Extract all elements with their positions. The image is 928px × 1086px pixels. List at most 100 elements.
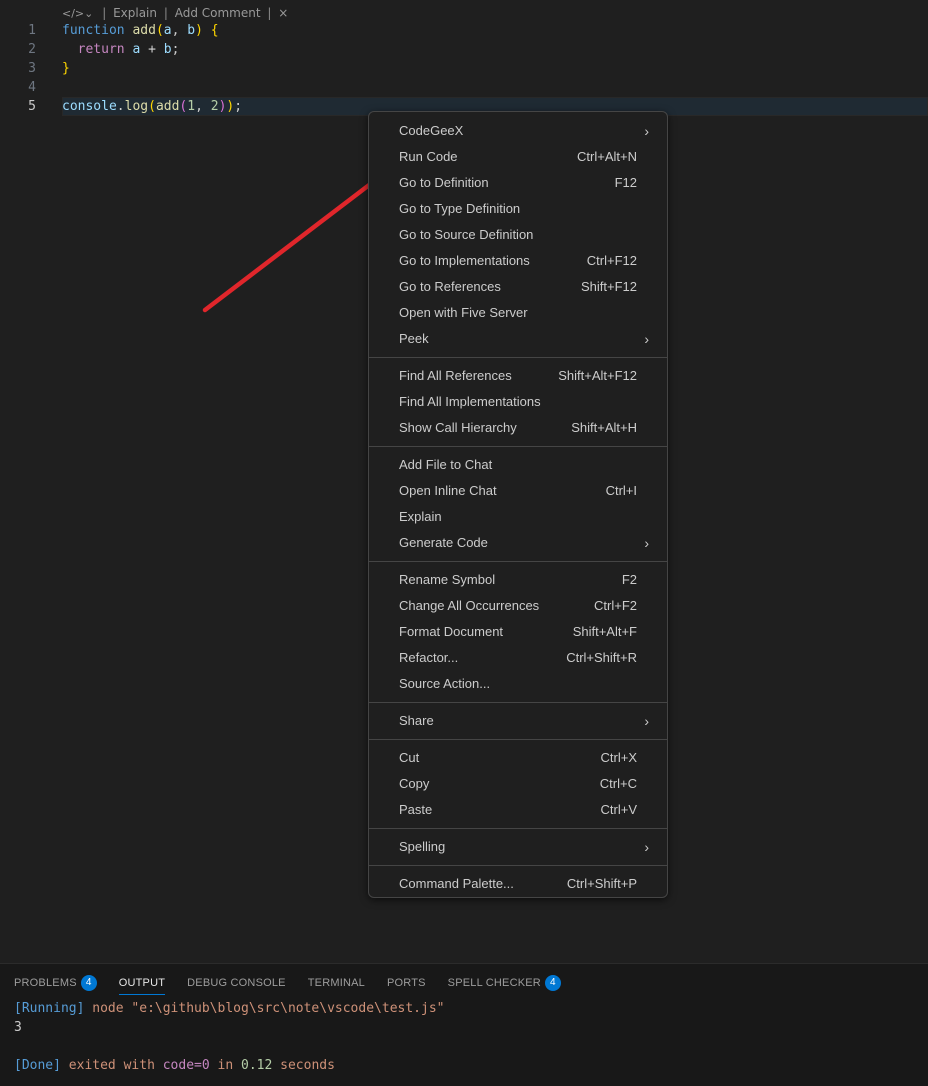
tab-label: OUTPUT: [118, 977, 166, 989]
menu-item-go-to-implementations[interactable]: Go to Implementations Ctrl+F12: [373, 248, 663, 274]
code-text[interactable]: console.log(add(1, 2));: [62, 97, 242, 116]
code-token: a: [163, 23, 172, 38]
panel-tabs: PROBLEMS 4 OUTPUT DEBUG CONSOLE TERMINAL PORT…: [14, 974, 583, 998]
chevron-right-icon: ›: [644, 713, 649, 729]
tab-output[interactable]: OUTPUT: [118, 974, 166, 998]
tab-terminal[interactable]: TERMINAL: [308, 974, 365, 998]
tab-label: DEBUG CONSOLE: [187, 977, 286, 989]
output-result-line: 3: [14, 1020, 22, 1035]
menu-item-run-code[interactable]: Run Code Ctrl+Alt+N: [373, 144, 663, 170]
menu-item-shortcut: Ctrl+X: [600, 750, 637, 765]
code-text[interactable]: function add(a, b) {: [62, 21, 219, 40]
tab-label: PROBLEMS: [14, 977, 77, 989]
menu-item-shortcut: Ctrl+Shift+P: [566, 876, 637, 891]
menu-item-add-file-to-chat[interactable]: Add File to Chat: [373, 452, 663, 478]
code-icon[interactable]: </>⌄: [62, 7, 93, 20]
code-token: }: [62, 61, 70, 76]
menu-item-go-to-source-definition[interactable]: Go to Source Definition: [373, 222, 663, 248]
menu-item-label: Open Inline Chat: [399, 483, 497, 498]
tab-debug-console[interactable]: DEBUG CONSOLE: [187, 974, 286, 998]
menu-item-cut[interactable]: Cut Ctrl+X: [373, 745, 663, 771]
code-text[interactable]: }: [62, 59, 70, 78]
code-line[interactable]: 4: [0, 78, 928, 97]
menu-item-refactor[interactable]: Refactor... Ctrl+Shift+R: [373, 645, 663, 671]
code-text[interactable]: return a + b;: [62, 40, 180, 59]
tab-label: SPELL CHECKER: [447, 977, 541, 989]
code-line[interactable]: 1 function add(a, b) {: [0, 21, 928, 40]
bottom-panel: PROBLEMS 4 OUTPUT DEBUG CONSOLE TERMINAL PORT…: [0, 963, 928, 1086]
menu-item-label: Go to Type Definition: [399, 201, 521, 216]
menu-item-shortcut: Ctrl+F2: [594, 598, 637, 613]
menu-item-go-to-references[interactable]: Go to References Shift+F12: [373, 274, 663, 300]
menu-item-command-palette[interactable]: Command Palette... Ctrl+Shift+P: [373, 871, 663, 897]
menu-item-label: Go to Definition: [399, 175, 489, 190]
tab-spell-checker[interactable]: SPELL CHECKER 4: [448, 974, 561, 998]
code-token: ): [195, 23, 203, 38]
menu-item-shortcut: Ctrl+F12: [586, 253, 637, 268]
menu-item-shortcut: Ctrl+Alt+N: [577, 149, 637, 164]
menu-item-label: Share: [399, 713, 434, 728]
code-token: console: [62, 99, 117, 114]
menu-item-label: Go to References: [399, 279, 501, 294]
line-number: 5: [28, 99, 36, 114]
menu-item-rename-symbol[interactable]: Rename Symbol F2: [373, 567, 663, 593]
menu-separator: [369, 739, 667, 740]
code-token: (: [155, 23, 164, 38]
menu-item-open-with-five-server[interactable]: Open with Five Server: [373, 300, 663, 326]
menu-item-label: Copy: [399, 776, 430, 791]
menu-item-show-call-hierarchy[interactable]: Show Call Hierarchy Shift+Alt+H: [373, 415, 663, 441]
menu-item-shortcut: Ctrl+I: [605, 483, 637, 498]
menu-item-label: Peek: [399, 331, 429, 346]
output-done-line: [Done] exited with code=0 in 0.12 second…: [14, 1058, 335, 1073]
menu-item-label: Source Action...: [399, 676, 491, 691]
code-token: ;: [171, 42, 180, 57]
menu-item-open-inline-chat[interactable]: Open Inline Chat Ctrl+I: [373, 478, 663, 504]
code-token: b: [163, 42, 172, 57]
codelens-add-comment-link[interactable]: Add Comment: [175, 6, 261, 20]
menu-item-peek[interactable]: Peek ›: [373, 326, 663, 352]
menu-item-shortcut: F2: [621, 572, 637, 587]
chevron-right-icon: ›: [644, 839, 649, 855]
code-token: return: [77, 42, 125, 57]
menu-item-go-to-type-definition[interactable]: Go to Type Definition: [373, 196, 663, 222]
menu-item-label: Show Call Hierarchy: [399, 420, 517, 435]
codelens-explain-link[interactable]: Explain: [113, 6, 157, 20]
menu-item-generate-code[interactable]: Generate Code ›: [373, 530, 663, 556]
menu-item-format-document[interactable]: Format Document Shift+Alt+F: [373, 619, 663, 645]
menu-item-label: Go to Source Definition: [399, 227, 534, 242]
menu-item-change-all-occurrences[interactable]: Change All Occurrences Ctrl+F2: [373, 593, 663, 619]
code-token: log: [124, 99, 149, 114]
count-badge: 4: [80, 975, 97, 991]
menu-item-source-action[interactable]: Source Action...: [373, 671, 663, 697]
menu-item-label: Run Code: [399, 149, 458, 164]
menu-item-spelling[interactable]: Spelling ›: [373, 834, 663, 860]
menu-item-label: Add File to Chat: [399, 457, 493, 472]
menu-item-label: Go to Implementations: [399, 253, 530, 268]
menu-item-find-all-references[interactable]: Find All References Shift+Alt+F12: [373, 363, 663, 389]
close-icon[interactable]: ×: [278, 6, 288, 20]
menu-item-go-to-definition[interactable]: Go to Definition F12: [373, 170, 663, 196]
code-line[interactable]: 2 return a + b;: [0, 40, 928, 59]
code-line[interactable]: 3}: [0, 59, 928, 78]
menu-item-label: Cut: [399, 750, 420, 765]
tab-problems[interactable]: PROBLEMS 4: [14, 974, 97, 998]
codelens-bar: </>⌄ | Explain | Add Comment | ×: [62, 6, 289, 20]
menu-item-copy[interactable]: Copy Ctrl+C: [373, 771, 663, 797]
code-token: .: [116, 99, 125, 114]
menu-item-find-all-implementations[interactable]: Find All Implementations: [373, 389, 663, 415]
menu-item-share[interactable]: Share ›: [373, 708, 663, 734]
code-token: ;: [234, 99, 243, 114]
menu-item-paste[interactable]: Paste Ctrl+V: [373, 797, 663, 823]
line-number: 1: [28, 23, 36, 38]
tab-ports[interactable]: PORTS: [387, 974, 426, 998]
menu-item-shortcut: Shift+Alt+F12: [558, 368, 637, 383]
menu-item-explain[interactable]: Explain: [373, 504, 663, 530]
context-menu: CodeGeeX › Run Code Ctrl+Alt+N Go to Definit…: [368, 111, 668, 898]
code-token: add: [132, 23, 156, 38]
menu-item-label: Change All Occurrences: [399, 598, 540, 613]
line-number: 4: [28, 80, 36, 95]
menu-item-codegeex[interactable]: CodeGeeX ›: [373, 118, 663, 144]
code-token: (: [148, 99, 156, 114]
code-token: ,: [195, 99, 211, 114]
